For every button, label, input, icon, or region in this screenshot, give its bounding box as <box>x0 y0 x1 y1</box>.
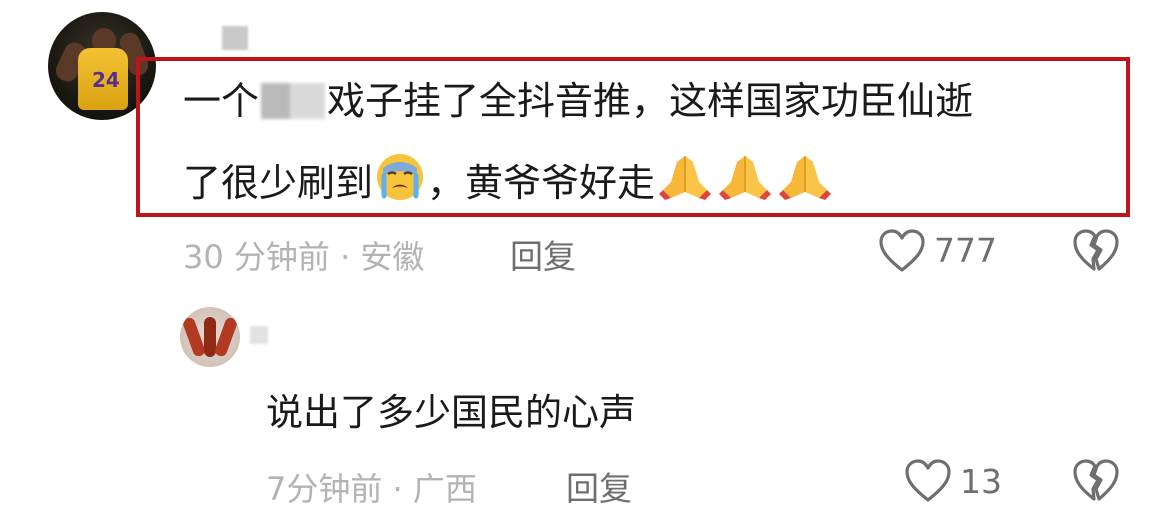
replier-username-blurred[interactable] <box>250 326 268 344</box>
folded-hands-emoji <box>777 152 833 212</box>
censored-text-blur <box>261 83 326 119</box>
like-count: 777 <box>934 231 997 270</box>
comment-text-line1: 一个 戏子挂了全抖音推，这样国家功臣仙逝 <box>183 78 973 124</box>
reply-like-heart-icon[interactable] <box>904 459 954 505</box>
commenter-username-blurred[interactable] <box>222 26 248 50</box>
reply-dislike-broken-heart-icon[interactable] <box>1072 459 1120 505</box>
reply-time-location: 7分钟前 · 广西 <box>266 470 477 508</box>
reply-like-count: 13 <box>960 462 1002 501</box>
like-heart-icon[interactable] <box>878 229 928 275</box>
crying-face-emoji <box>375 152 425 212</box>
dislike-broken-heart-icon[interactable] <box>1072 229 1120 275</box>
replier-avatar[interactable] <box>180 307 240 367</box>
folded-hands-emoji <box>657 152 713 212</box>
comment-text-line2-start: 了很少刷到 <box>183 161 374 205</box>
comment-text-part1: 一个 <box>183 79 260 123</box>
comment-time-location: 30 分钟前 · 安徽 <box>183 238 425 276</box>
comment-text-line2: 了很少刷到 ，黄爷爷好走 <box>183 152 835 212</box>
reply-reply-button[interactable]: 回复 <box>566 462 632 510</box>
comment-text-part2: 戏子挂了全抖音推，这样国家功臣仙逝 <box>327 79 974 123</box>
comment-text-line2-end: ，黄爷爷好走 <box>427 161 656 205</box>
reply-text: 说出了多少国民的心声 <box>266 391 636 434</box>
reply-button[interactable]: 回复 <box>510 230 576 278</box>
folded-hands-emoji <box>717 152 773 212</box>
